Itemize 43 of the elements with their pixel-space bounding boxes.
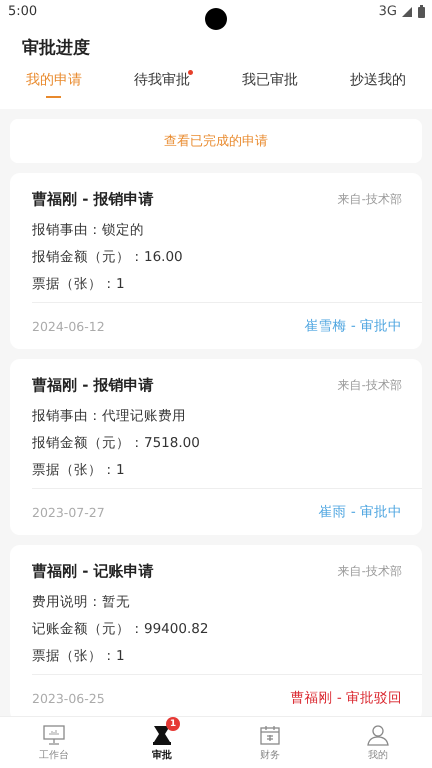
detail-text: 报销事由：代理记账费用	[32, 407, 187, 426]
page-title: 审批进度	[21, 37, 91, 60]
tab[interactable]: 待我审批	[108, 67, 216, 103]
tab-indicator	[46, 96, 61, 98]
monitor-icon	[42, 724, 66, 746]
notification-dot	[188, 70, 193, 75]
date-text: 2023-06-25	[32, 690, 105, 706]
application-title: 曹福刚 - 报销申请	[32, 376, 154, 395]
department-label: 来自-技术部	[338, 377, 402, 394]
count-badge: 1	[166, 716, 180, 730]
detail-text: 票据（张）：1	[32, 275, 126, 294]
network-label: 3G	[378, 4, 397, 18]
nav-tab[interactable]: 我的	[324, 717, 432, 768]
signal-icon	[401, 4, 413, 18]
date-text: 2023-07-27	[32, 504, 105, 520]
department-label: 来自-技术部	[338, 563, 402, 580]
person-icon	[366, 724, 390, 746]
detail-text: 票据（张）：1	[32, 461, 126, 480]
detail-text: 记账金额（元）：99400.82	[32, 620, 210, 639]
status-text: 曹福刚 - 审批驳回	[290, 689, 402, 707]
camera-hole	[205, 8, 227, 30]
status-text: 崔雨 - 审批中	[318, 503, 402, 521]
detail-text: 票据（张）：1	[32, 647, 126, 666]
battery-icon	[417, 4, 426, 18]
status-time: 5:00	[8, 4, 38, 18]
application-card[interactable]: 曹福刚 - 报销申请 来自-技术部 报销事由：锁定的 报销金额（元）：16.00 票据（张）：1 2024-06-12 崔雪梅 - 审批中	[10, 173, 422, 349]
department-label: 来自-技术部	[338, 191, 402, 208]
detail-text: 报销金额（元）：7518.00	[32, 434, 201, 453]
application-title: 曹福刚 - 报销申请	[32, 190, 154, 209]
detail-text: 费用说明：暂无	[32, 593, 131, 612]
status-text: 崔雪梅 - 审批中	[304, 317, 402, 335]
application-card[interactable]: 曹福刚 - 记账申请 来自-技术部 费用说明：暂无 记账金额（元）：99400.82 票据（张）：1 2023-06-25 曹福刚 - 审批驳回	[10, 545, 422, 716]
tab[interactable]: 我已审批	[216, 67, 324, 103]
date-text: 2024-06-12	[32, 318, 105, 334]
tab[interactable]: 抄送我的	[324, 67, 432, 103]
nav-tab[interactable]: 工作台	[0, 717, 108, 768]
nav-tab[interactable]: 财务	[216, 717, 324, 768]
calendar-icon	[258, 724, 282, 746]
application-title: 曹福刚 - 记账申请	[32, 562, 154, 581]
detail-text: 报销金额（元）：16.00	[32, 248, 184, 267]
nav-tab[interactable]: 1 审批	[108, 717, 216, 768]
application-card[interactable]: 曹福刚 - 报销申请 来自-技术部 报销事由：代理记账费用 报销金额（元）：7518.00 票据（张）：1 2023-07-27 崔雨 - 审批中	[10, 359, 422, 535]
detail-text: 报销事由：锁定的	[32, 221, 145, 240]
